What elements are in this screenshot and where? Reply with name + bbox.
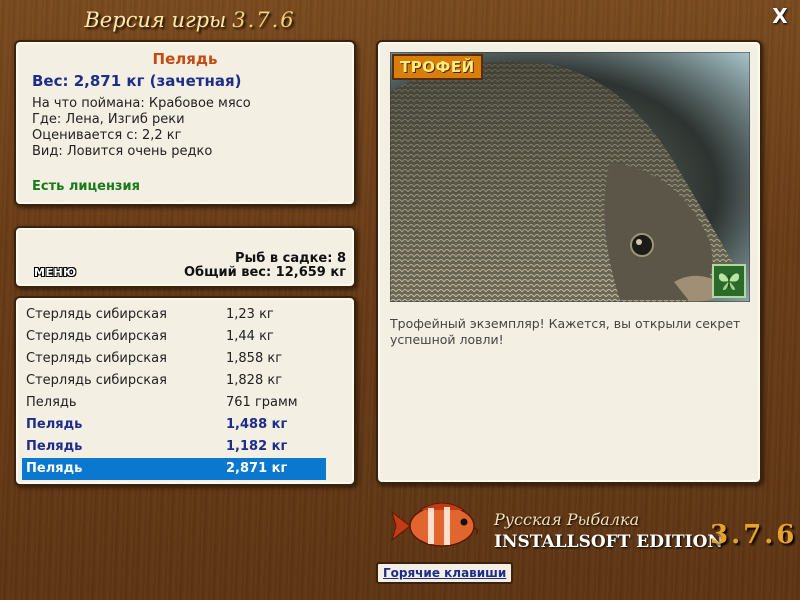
game-version-title: Версия игры 3.7.6 xyxy=(0,8,380,32)
fish-photo: ТРОФЕЙ xyxy=(390,52,750,302)
trophy-badge: ТРОФЕЙ xyxy=(392,54,483,80)
catch-name: Пелядь xyxy=(26,439,83,454)
fish-count: Рыб в садке: 8 xyxy=(234,251,346,266)
catch-weight: 1,23 кг xyxy=(226,307,274,322)
version-label: Версия игры xyxy=(84,8,227,32)
fish-info-panel: Пелядь Вес: 2,871 кг (зачетная) На что п… xyxy=(14,40,356,206)
catch-weight: 761 грамм xyxy=(226,395,298,410)
catch-row[interactable]: Пелядь 1,182 кг xyxy=(22,436,326,458)
counted-weight-info: Оценивается с: 2,2 кг xyxy=(32,128,182,143)
catch-weight: 2,871 кг xyxy=(226,461,288,476)
catch-weight: 1,828 кг xyxy=(226,373,283,388)
catch-weight: 1,488 кг xyxy=(226,417,288,432)
butterfly-glyph xyxy=(718,273,740,290)
catch-row[interactable]: Стерлядь сибирская 1,44 кг xyxy=(22,326,326,348)
close-button[interactable]: X xyxy=(770,6,790,26)
catch-name: Стерлядь сибирская xyxy=(26,373,167,388)
catch-row[interactable]: Пелядь 1,488 кг xyxy=(22,414,326,436)
catch-name: Пелядь xyxy=(26,461,83,476)
catch-list-panel: Стерлядь сибирская 1,23 кг Стерлядь сиби… xyxy=(14,296,356,486)
game-logo: Русская Рыбалка INSTALLSOFT EDITION 3.7.… xyxy=(390,494,794,556)
catch-name: Стерлядь сибирская xyxy=(26,307,167,322)
keepnet-summary-panel: МЕНЮ Рыб в садке: 8 Общий вес: 12,659 кг xyxy=(14,226,356,288)
logo-edition: INSTALLSOFT EDITION xyxy=(494,532,723,552)
rarity-info: Вид: Ловится очень редко xyxy=(32,144,213,159)
catch-row[interactable]: Стерлядь сибирская 1,858 кг xyxy=(22,348,326,370)
catch-name: Стерлядь сибирская xyxy=(26,329,167,344)
catch-row[interactable]: Пелядь 761 грамм xyxy=(22,392,326,414)
fish-illustration xyxy=(390,52,750,302)
keepnet-summary: Рыб в садке: 8 Общий вес: 12,659 кг xyxy=(184,252,346,280)
catch-row-selected[interactable]: Пелядь 2,871 кг xyxy=(22,458,326,480)
fish-photo-panel: ТРОФЕЙ Трофейный экземпляр! Кажется, вы … xyxy=(376,40,762,484)
catch-name: Пелядь xyxy=(26,417,83,432)
logo-version: 3.7.6 xyxy=(710,520,798,550)
catch-weight: 1,182 кг xyxy=(226,439,288,454)
catch-row[interactable]: Стерлядь сибирская 1,828 кг xyxy=(22,370,326,392)
fish-weight: Вес: 2,871 кг (зачетная) xyxy=(32,72,242,90)
trophy-description: Трофейный экземпляр! Кажется, вы открыли… xyxy=(390,316,741,347)
catch-name: Пелядь xyxy=(26,395,77,410)
butterfly-icon[interactable] xyxy=(712,264,746,298)
catch-row[interactable]: Стерлядь сибирская 1,23 кг xyxy=(22,304,326,326)
catch-weight: 1,44 кг xyxy=(226,329,274,344)
menu-button[interactable]: МЕНЮ xyxy=(34,266,77,279)
license-status: Есть лицензия xyxy=(32,179,140,194)
location-info: Где: Лена, Изгиб реки xyxy=(32,112,185,127)
fish-logo-icon xyxy=(391,502,479,547)
total-weight: Общий вес: 12,659 кг xyxy=(183,265,346,280)
fish-name: Пелядь xyxy=(152,50,218,68)
bait-info: На что поймана: Крабовое мясо xyxy=(32,96,251,111)
hotkeys-button[interactable]: Горячие клавиши xyxy=(376,562,514,584)
catch-name: Стерлядь сибирская xyxy=(26,351,167,366)
logo-title: Русская Рыбалка xyxy=(494,510,640,529)
version-number: 3.7.6 xyxy=(232,8,296,32)
catch-weight: 1,858 кг xyxy=(226,351,283,366)
